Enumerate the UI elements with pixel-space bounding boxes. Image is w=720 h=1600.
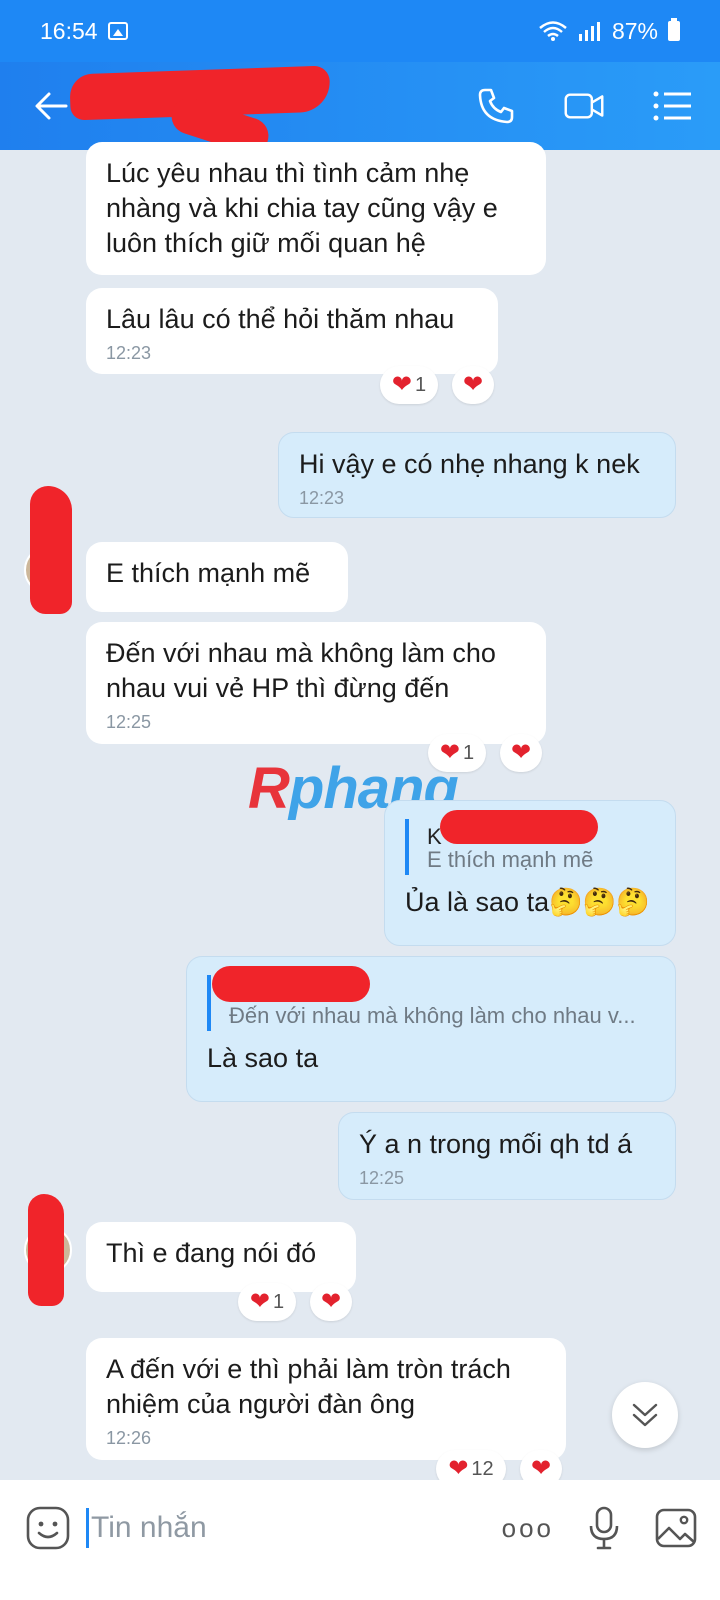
quote-text: Đến với nhau mà không làm cho nhau v... xyxy=(229,1003,636,1028)
reaction-count: 12 xyxy=(471,1457,494,1480)
composer-actions: ooo xyxy=(502,1500,698,1556)
heart-icon: ❤ xyxy=(448,1455,469,1482)
text-caret xyxy=(86,1508,89,1548)
video-call-button[interactable] xyxy=(564,86,604,126)
message-composer: ooo xyxy=(0,1480,720,1600)
message-text: Thì e đang nói đó xyxy=(106,1238,317,1268)
heart-icon: ❤ xyxy=(510,739,532,766)
redaction-mark xyxy=(440,810,598,844)
image-gallery-icon[interactable] xyxy=(654,1507,698,1549)
message-input-wrap[interactable] xyxy=(86,1500,456,1556)
scroll-to-bottom-button[interactable] xyxy=(612,1382,678,1448)
image-notification-icon xyxy=(107,22,128,40)
message-bubble-incoming[interactable]: Đến với nhau mà không làm cho nhau vui v… xyxy=(86,622,546,744)
react-button[interactable]: ❤ xyxy=(500,734,542,772)
react-button[interactable]: ❤ xyxy=(310,1283,352,1321)
redaction-mark xyxy=(30,486,72,614)
battery-percent: 87% xyxy=(611,17,658,44)
heart-icon: ❤ xyxy=(249,1288,270,1315)
header-actions xyxy=(476,86,692,126)
message-input[interactable] xyxy=(91,1511,421,1545)
heart-icon: ❤ xyxy=(391,371,412,398)
message-time: 12:26 xyxy=(106,1428,152,1448)
message-text: Lâu lâu có thể hỏi thăm nhau xyxy=(106,304,455,334)
react-button[interactable]: ❤ xyxy=(452,366,494,404)
message-time: 12:25 xyxy=(359,1168,405,1188)
back-arrow-icon xyxy=(35,92,68,120)
message-text: luôn thích giữ mối quan hệ xyxy=(106,228,426,258)
message-time: 12:23 xyxy=(299,488,345,508)
wifi-icon xyxy=(539,21,567,41)
call-button[interactable] xyxy=(476,86,516,126)
message-bubble-outgoing[interactable]: Hi vậy e có nhẹ nhang k nek 12:23 xyxy=(278,432,676,518)
phone-icon xyxy=(478,88,514,124)
reaction-count: 1 xyxy=(272,1290,285,1313)
message-bubble-incoming[interactable]: Thì e đang nói đó xyxy=(86,1222,356,1292)
message-text: Ủa là sao ta🤔🤔🤔 xyxy=(405,887,650,917)
message-text: E thích mạnh mẽ xyxy=(106,558,311,588)
message-bubble-incoming[interactable]: E thích mạnh mẽ xyxy=(86,542,348,612)
list-menu-icon xyxy=(653,91,691,121)
message-bubble-incoming[interactable]: Lâu lâu có thể hỏi thăm nhau 12:23 xyxy=(86,288,498,374)
reaction-count: 1 xyxy=(414,373,427,396)
redaction-mark xyxy=(212,966,370,1002)
message-text: nhàng và khi chia tay cũng vậy e xyxy=(106,193,498,223)
menu-button[interactable] xyxy=(652,86,692,126)
message-text: Lúc yêu nhau thì tình cảm nhẹ xyxy=(106,158,470,188)
message-text: Hi vậy e có nhẹ nhang k nek xyxy=(299,449,640,479)
status-time: 16:54 xyxy=(40,17,98,44)
heart-icon: ❤ xyxy=(530,1455,552,1482)
status-right: 87% xyxy=(538,18,680,45)
heart-icon: ❤ xyxy=(320,1288,342,1315)
quote-text: E thích mạnh mẽ xyxy=(427,847,594,872)
message-text: A đến với e thì phải làm tròn trách xyxy=(106,1354,511,1384)
message-text: Đến với nhau mà không làm cho xyxy=(106,638,496,668)
message-text: Là sao ta xyxy=(207,1043,319,1073)
message-bubble-outgoing[interactable]: Ý a n trong mối qh td á 12:25 xyxy=(338,1112,676,1200)
message-bubble-incoming[interactable]: Lúc yêu nhau thì tình cảm nhẹ nhàng và k… xyxy=(86,142,546,275)
message-bubble-incoming[interactable]: A đến với e thì phải làm tròn trách nhiệ… xyxy=(86,1338,566,1460)
microphone-icon[interactable] xyxy=(588,1506,620,1550)
reaction-count: 1 xyxy=(462,741,475,764)
video-camera-icon xyxy=(564,93,604,119)
more-options-button[interactable]: ooo xyxy=(502,1513,554,1544)
message-text: nhau vui vẻ HP thì đừng đến xyxy=(106,673,450,703)
message-time: 12:23 xyxy=(106,343,152,363)
sticker-button[interactable] xyxy=(20,1500,76,1556)
sticker-face-icon xyxy=(26,1506,70,1550)
message-time: 12:25 xyxy=(106,712,152,732)
redaction-mark xyxy=(28,1194,64,1306)
heart-icon: ❤ xyxy=(462,371,484,398)
double-chevron-down-icon xyxy=(632,1403,658,1427)
reaction-count-badge[interactable]: ❤ 1 xyxy=(238,1283,296,1321)
reaction-count-badge[interactable]: ❤ 1 xyxy=(380,366,438,404)
message-text: Ý a n trong mối qh td á xyxy=(359,1129,633,1159)
battery-icon xyxy=(668,18,680,41)
status-bar: 16:54 87% xyxy=(0,0,720,62)
message-text: nhiệm của người đàn ông xyxy=(106,1389,415,1419)
signal-icon xyxy=(578,22,600,41)
